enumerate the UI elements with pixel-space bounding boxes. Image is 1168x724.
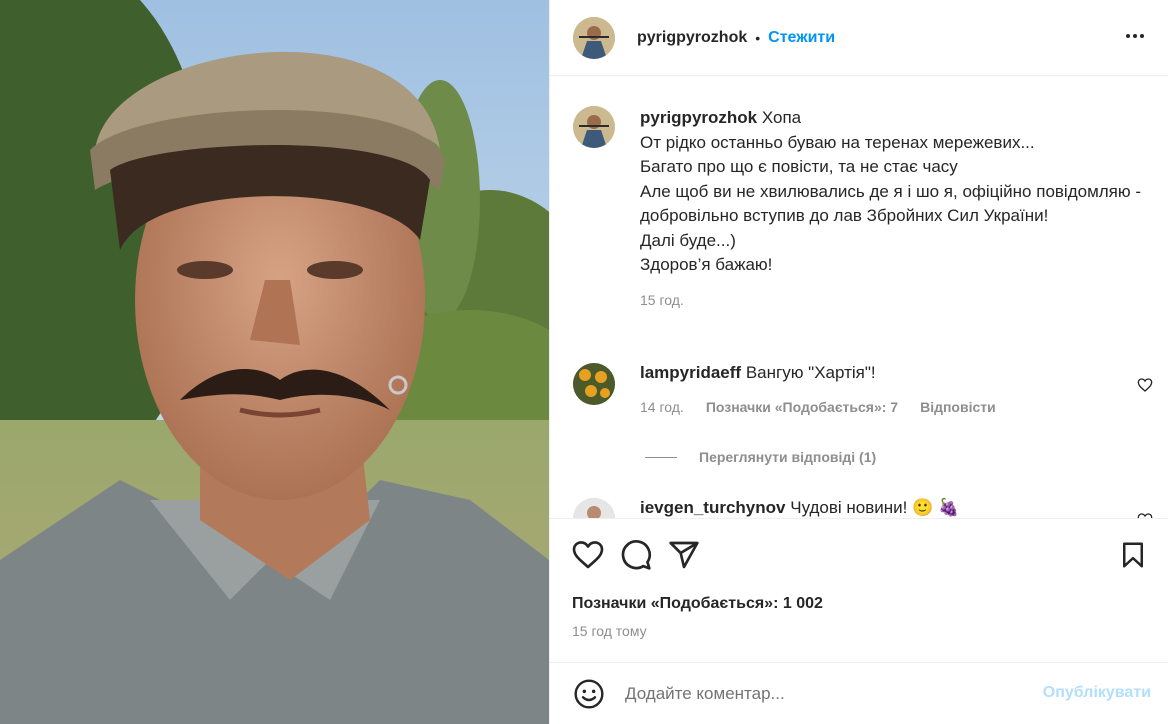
comment-like-heart-icon[interactable]	[1137, 377, 1153, 393]
caption-line: Хопа	[761, 108, 802, 127]
commenter-username[interactable]: ievgen_turchynov	[640, 498, 786, 517]
follow-button[interactable]: Стежити	[768, 29, 835, 47]
post-header: pyrigpyrozhok • Стежити	[550, 0, 1168, 76]
replies-divider	[645, 456, 677, 458]
separator-dot: •	[755, 29, 761, 46]
post-photo[interactable]	[0, 0, 549, 724]
post-caption: pyrigpyrozhok Хопа От рідко останньо був…	[573, 106, 1153, 312]
commenter-avatar[interactable]	[573, 363, 615, 405]
comment-icon[interactable]	[620, 539, 652, 571]
comment-likes[interactable]: Позначки «Подобається»: 7	[706, 399, 898, 415]
caption-line: Багато про що є повісти, та не стає часу	[640, 157, 958, 176]
comment-item: ievgen_turchynov Чудові новини! 🙂 🍇	[573, 498, 1153, 518]
caption-line: От рідко останньо буваю на теренах мереж…	[640, 132, 1035, 152]
caption-time: 15 год.	[640, 291, 684, 308]
post-details-pane: pyrigpyrozhok • Стежити pyrigpyrozhok Хо…	[549, 0, 1168, 724]
view-replies-label: Переглянути відповіді (1)	[699, 449, 877, 465]
emoji-icon[interactable]	[572, 677, 606, 711]
commenter-username[interactable]: lampyridaeff	[640, 363, 741, 382]
post-actions: Позначки «Подобається»: 1 002 15 год том…	[550, 518, 1168, 662]
bookmark-icon[interactable]	[1117, 539, 1149, 571]
commenter-avatar[interactable]	[573, 498, 615, 518]
selfie-image	[0, 0, 549, 724]
comment-item: lampyridaeff Вангую "Хартія"! 14 год. По…	[573, 363, 1153, 415]
comment-composer: Опублікувати	[550, 662, 1168, 724]
caption-username[interactable]: pyrigpyrozhok	[640, 108, 757, 127]
posted-time: 15 год тому	[572, 623, 647, 639]
author-username[interactable]: pyrigpyrozhok	[637, 29, 747, 47]
view-replies-button[interactable]: Переглянути відповіді (1)	[645, 449, 876, 465]
heart-icon[interactable]	[572, 539, 604, 571]
caption-line: Далі буде...)	[640, 230, 736, 250]
comment-input[interactable]	[625, 683, 1005, 704]
more-options-icon[interactable]	[1123, 24, 1147, 48]
comment-text: Вангую "Хартія"!	[745, 363, 876, 382]
share-icon[interactable]	[668, 539, 700, 571]
comment-time: 14 год.	[640, 399, 684, 415]
likes-count[interactable]: Позначки «Подобається»: 1 002	[572, 595, 823, 613]
publish-button[interactable]: Опублікувати	[1043, 684, 1151, 702]
comment-text: Чудові новини! 🙂 🍇	[790, 498, 960, 517]
reply-button[interactable]: Відповісти	[920, 399, 996, 415]
author-avatar[interactable]	[573, 16, 615, 59]
caption-line: Здоров’я бажаю!	[640, 255, 773, 274]
caption-avatar[interactable]	[573, 106, 615, 148]
caption-line: Але щоб ви не хвилювались де я і шо я, о…	[640, 181, 1142, 226]
comments-list[interactable]: pyrigpyrozhok Хопа От рідко останньо був…	[550, 77, 1168, 518]
